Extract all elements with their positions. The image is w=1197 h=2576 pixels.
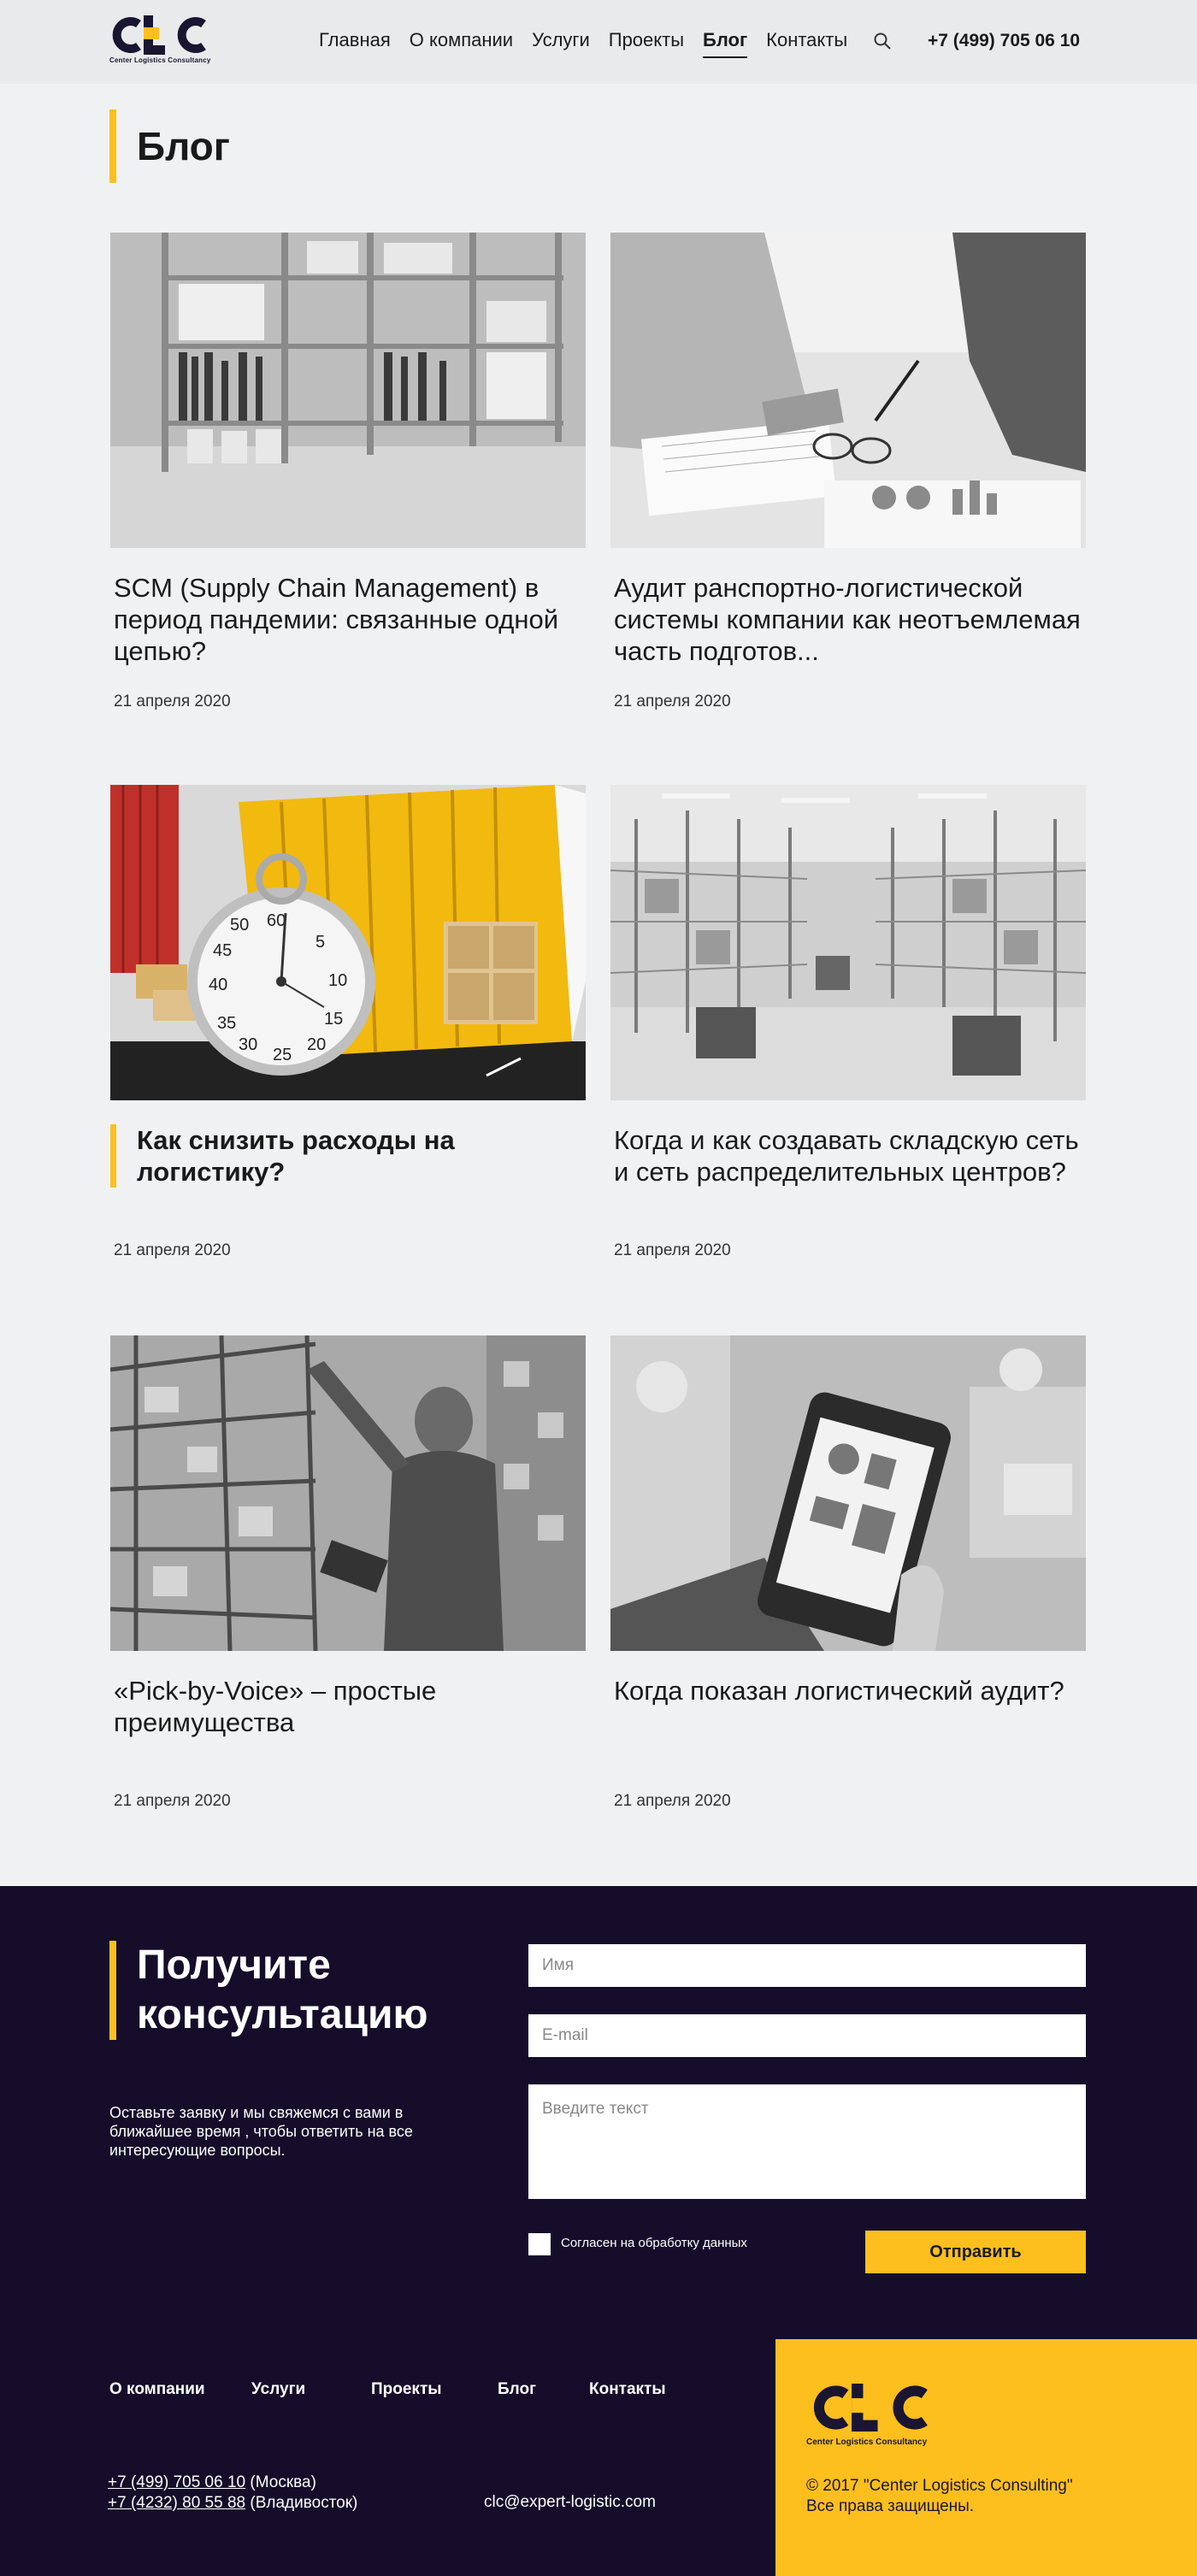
nav-services[interactable]: Услуги xyxy=(532,29,590,58)
nav-about[interactable]: О компании xyxy=(410,29,513,58)
copyright-text: © 2017 "Center Logistics Consulting" xyxy=(806,2477,1073,2495)
post-date: 21 апреля 2020 xyxy=(114,693,231,710)
footer-phone-vladivostok[interactable]: +7 (4232) 80 55 88 xyxy=(108,2494,245,2512)
footer-nav-projects[interactable]: Проекты xyxy=(371,2380,441,2399)
header-phone[interactable]: +7 (499) 705 06 10 xyxy=(928,31,1080,51)
post-image-distribution-center[interactable] xyxy=(610,785,1086,1100)
post-image-container-stopwatch[interactable]: 60 5 10 15 20 25 30 35 40 45 50 xyxy=(110,785,586,1100)
logo[interactable]: Center Logistics Consultancy xyxy=(109,15,212,68)
post-title[interactable]: Когда показан логистический аудит? xyxy=(610,1675,1086,1707)
svg-text:60: 60 xyxy=(267,911,286,930)
consent-label: Согласен на обработку данных xyxy=(561,2236,747,2250)
logo-subtitle: Center Logistics Consultancy xyxy=(109,56,211,64)
blog-card[interactable]: SCM (Supply Chain Management) в период п… xyxy=(110,233,586,710)
footer-phones: +7 (499) 705 06 10 (Москва) +7 (4232) 80… xyxy=(108,2473,357,2514)
post-date: 21 апреля 2020 xyxy=(614,1792,731,1810)
blog-card[interactable]: Аудит ранспортно-логистической системы к… xyxy=(610,233,1086,710)
footer-phone-moscow-city: (Москва) xyxy=(245,2473,316,2491)
consent-checkbox[interactable] xyxy=(528,2233,551,2255)
footer-logo[interactable]: Center Logistics Consultancy xyxy=(806,2384,935,2447)
consultation-section: Получите консультацию Оставьте заявку и … xyxy=(0,1886,1197,2339)
nav-blog[interactable]: Блог xyxy=(703,29,748,58)
svg-text:45: 45 xyxy=(213,941,232,960)
consultation-title: Получите консультацию xyxy=(109,1941,428,2040)
site-footer: О компании Услуги Проекты Блог Контакты … xyxy=(0,2339,1197,2576)
post-title[interactable]: SCM (Supply Chain Management) в период п… xyxy=(110,572,586,667)
svg-text:35: 35 xyxy=(217,1014,236,1033)
page-title: Блог xyxy=(137,124,230,168)
footer-nav-services[interactable]: Услуги xyxy=(251,2380,305,2399)
post-date: 21 апреля 2020 xyxy=(614,693,731,710)
rights-text: Все права защищены. xyxy=(806,2497,975,2515)
blog-card[interactable]: «Pick-by-Voice» – простые преимущества 2… xyxy=(110,1335,586,1810)
post-title[interactable]: Когда и как создавать складскую сеть и с… xyxy=(610,1124,1086,1188)
nav-home[interactable]: Главная xyxy=(319,29,391,58)
consultation-title-line1: Получите xyxy=(137,1942,331,1988)
footer-logo-subtitle: Center Logistics Consultancy xyxy=(806,2437,928,2447)
footer-brand-block: Center Logistics Consultancy © 2017 "Cen… xyxy=(775,2339,1197,2576)
site-header: Center Logistics Consultancy Главная О к… xyxy=(0,0,1197,84)
nav-contacts[interactable]: Контакты xyxy=(766,29,847,58)
post-date: 21 апреля 2020 xyxy=(114,1241,231,1259)
consultation-description: Оставьте заявку и мы свяжемся с вами в б… xyxy=(109,2104,413,2159)
blog-card[interactable]: 60 5 10 15 20 25 30 35 40 45 50 Как снизить расход… xyxy=(110,785,586,1259)
nav-projects[interactable]: Проекты xyxy=(609,29,684,58)
post-title[interactable]: Как снизить расходы на логистику? xyxy=(110,1124,586,1188)
svg-text:15: 15 xyxy=(324,1010,343,1029)
svg-text:40: 40 xyxy=(209,976,227,994)
post-date: 21 апреля 2020 xyxy=(614,1241,731,1259)
footer-nav-blog[interactable]: Блог xyxy=(498,2380,536,2399)
post-title[interactable]: Аудит ранспортно-логистической системы к… xyxy=(610,572,1086,667)
name-field[interactable]: Имя xyxy=(528,1944,1086,1987)
svg-text:10: 10 xyxy=(328,971,347,990)
svg-text:20: 20 xyxy=(307,1035,326,1054)
post-image-audit-desk[interactable] xyxy=(610,233,1086,548)
main-nav: Главная О компании Услуги Проекты Блог К… xyxy=(319,29,866,58)
submit-button[interactable]: Отправить xyxy=(865,2231,1086,2273)
post-image-tablet-audit[interactable] xyxy=(610,1335,1086,1651)
post-title[interactable]: «Pick-by-Voice» – простые преимущества xyxy=(110,1675,586,1738)
blog-card[interactable]: Когда показан логистический аудит? 21 ап… xyxy=(610,1335,1086,1810)
svg-text:30: 30 xyxy=(239,1035,257,1054)
search-icon[interactable] xyxy=(872,31,893,51)
message-textarea[interactable]: Введите текст xyxy=(528,2084,1086,2199)
email-field[interactable]: E-mail xyxy=(528,2014,1086,2057)
footer-email[interactable]: clc@expert-logistic.com xyxy=(484,2493,656,2512)
blog-card[interactable]: Когда и как создавать складскую сеть и с… xyxy=(610,785,1086,1259)
footer-phone-vladivostok-city: (Владивосток) xyxy=(245,2494,358,2512)
post-image-pick-by-voice[interactable] xyxy=(110,1335,586,1651)
post-date: 21 апреля 2020 xyxy=(114,1792,231,1810)
svg-text:50: 50 xyxy=(230,916,249,934)
post-image-warehouse-shelves[interactable] xyxy=(110,233,586,548)
clc-logo-mark xyxy=(813,2384,928,2432)
footer-phone-moscow[interactable]: +7 (499) 705 06 10 xyxy=(108,2473,245,2491)
consultation-title-line2: консультацию xyxy=(137,1992,428,2037)
footer-nav-about[interactable]: О компании xyxy=(109,2380,205,2399)
svg-text:5: 5 xyxy=(315,933,325,952)
clc-logo-mark xyxy=(112,15,206,55)
footer-nav-contacts[interactable]: Контакты xyxy=(589,2380,666,2399)
footer-copyright: © 2017 "Center Logistics Consulting" Все… xyxy=(806,2476,1073,2517)
svg-text:25: 25 xyxy=(273,1046,292,1064)
page-title-block: Блог xyxy=(109,109,230,183)
